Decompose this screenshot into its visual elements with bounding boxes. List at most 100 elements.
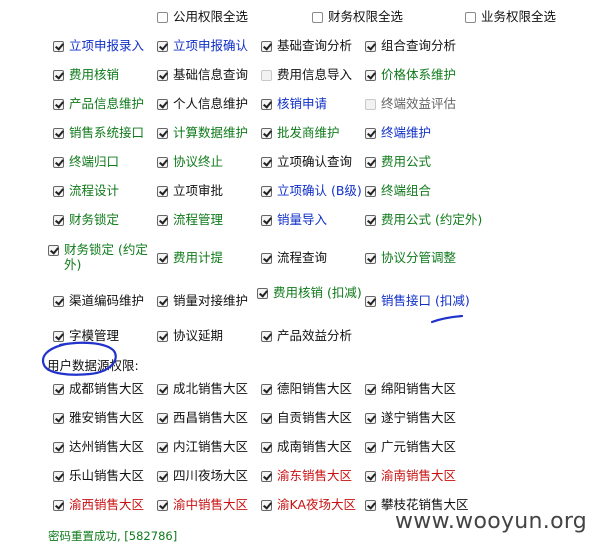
region-item[interactable]: 成都销售大区 xyxy=(53,381,144,407)
permission-item[interactable]: 批发商维护 xyxy=(261,125,340,151)
permission-checkbox[interactable] xyxy=(257,288,268,299)
region-item[interactable]: 广元销售大区 xyxy=(365,439,456,465)
permission-item[interactable]: 费用公式 xyxy=(365,154,431,180)
region-checkbox[interactable] xyxy=(365,442,376,453)
region-item[interactable]: 渝KA夜场大区 xyxy=(261,497,356,523)
permission-item[interactable]: 费用公式 (约定外) xyxy=(365,212,482,238)
permission-item[interactable]: 费用信息导入 xyxy=(261,67,352,93)
permission-checkbox[interactable] xyxy=(157,41,168,52)
region-checkbox[interactable] xyxy=(365,500,376,511)
region-checkbox[interactable] xyxy=(365,413,376,424)
select-all-business-checkbox[interactable] xyxy=(465,12,476,23)
permission-checkbox[interactable] xyxy=(53,128,64,139)
region-checkbox[interactable] xyxy=(157,471,168,482)
permission-item[interactable]: 销量导入 xyxy=(261,212,327,238)
permission-item[interactable]: 终端归口 xyxy=(53,154,119,180)
permission-item[interactable]: 产品信息维护 xyxy=(53,96,144,122)
permission-item[interactable]: 个人信息维护 xyxy=(157,96,248,122)
region-checkbox[interactable] xyxy=(53,500,64,511)
region-checkbox[interactable] xyxy=(261,500,272,511)
region-item[interactable]: 渝西销售大区 xyxy=(53,497,144,523)
permission-checkbox[interactable] xyxy=(365,70,376,81)
permission-item[interactable]: 费用计提 xyxy=(157,250,223,276)
region-item[interactable]: 四川夜场大区 xyxy=(157,468,248,494)
permission-item[interactable]: 立项审批 xyxy=(157,183,223,209)
permission-item[interactable]: 基础信息查询 xyxy=(157,67,248,93)
select-all-public[interactable]: 公用权限全选 xyxy=(157,9,248,35)
permission-checkbox[interactable] xyxy=(261,186,272,197)
permission-item[interactable]: 终端效益评估 xyxy=(365,96,456,122)
region-checkbox[interactable] xyxy=(53,413,64,424)
permission-item[interactable]: 立项申报录入 xyxy=(53,38,144,64)
permission-item[interactable]: 渠道编码维护 xyxy=(53,293,144,319)
permission-item[interactable]: 立项申报确认 xyxy=(157,38,248,64)
permission-item[interactable]: 协议分管调整 xyxy=(365,250,456,276)
permission-checkbox[interactable] xyxy=(157,128,168,139)
region-item[interactable]: 德阳销售大区 xyxy=(261,381,352,407)
permission-checkbox[interactable] xyxy=(365,157,376,168)
select-all-finance[interactable]: 财务权限全选 xyxy=(312,9,403,35)
permission-checkbox[interactable] xyxy=(365,99,376,110)
region-item[interactable]: 内江销售大区 xyxy=(157,439,248,465)
permission-item[interactable]: 财务锁定 (约定外) xyxy=(48,242,164,272)
region-item[interactable]: 雅安销售大区 xyxy=(53,410,144,436)
region-checkbox[interactable] xyxy=(365,471,376,482)
region-item[interactable]: 达州销售大区 xyxy=(53,439,144,465)
permission-checkbox[interactable] xyxy=(157,331,168,342)
permission-item[interactable]: 立项确认查询 xyxy=(261,154,352,180)
permission-item[interactable]: 价格体系维护 xyxy=(365,67,456,93)
permission-item[interactable]: 终端维护 xyxy=(365,125,431,151)
region-checkbox[interactable] xyxy=(53,442,64,453)
permission-item[interactable]: 费用核销 xyxy=(53,67,119,93)
region-checkbox[interactable] xyxy=(157,413,168,424)
permission-checkbox[interactable] xyxy=(157,253,168,264)
region-item[interactable]: 绵阳销售大区 xyxy=(365,381,456,407)
permission-checkbox[interactable] xyxy=(53,70,64,81)
permission-checkbox[interactable] xyxy=(365,296,376,307)
permission-item[interactable]: 财务锁定 xyxy=(53,212,119,238)
permission-checkbox[interactable] xyxy=(365,41,376,52)
permission-checkbox[interactable] xyxy=(157,215,168,226)
permission-checkbox[interactable] xyxy=(53,186,64,197)
region-item[interactable]: 遂宁销售大区 xyxy=(365,410,456,436)
permission-checkbox[interactable] xyxy=(261,128,272,139)
permission-checkbox[interactable] xyxy=(157,70,168,81)
region-checkbox[interactable] xyxy=(261,413,272,424)
region-checkbox[interactable] xyxy=(261,384,272,395)
permission-item[interactable]: 流程设计 xyxy=(53,183,119,209)
region-item[interactable]: 成北销售大区 xyxy=(157,381,248,407)
permission-checkbox[interactable] xyxy=(365,253,376,264)
permission-checkbox[interactable] xyxy=(261,99,272,110)
permission-item[interactable]: 流程管理 xyxy=(157,212,223,238)
permission-item[interactable]: 组合查询分析 xyxy=(365,38,456,64)
region-checkbox[interactable] xyxy=(53,384,64,395)
permission-item[interactable]: 费用核销 (扣减) xyxy=(257,285,368,311)
permission-checkbox[interactable] xyxy=(53,41,64,52)
permission-checkbox[interactable] xyxy=(261,215,272,226)
region-item[interactable]: 渝东销售大区 xyxy=(261,468,352,494)
permission-item[interactable]: 销售系统接口 xyxy=(53,125,144,151)
permission-checkbox[interactable] xyxy=(261,157,272,168)
region-checkbox[interactable] xyxy=(157,500,168,511)
permission-item[interactable]: 基础查询分析 xyxy=(261,38,352,64)
permission-checkbox[interactable] xyxy=(261,253,272,264)
permission-checkbox[interactable] xyxy=(261,70,272,81)
region-checkbox[interactable] xyxy=(157,442,168,453)
permission-item[interactable]: 产品效益分析 xyxy=(261,328,352,354)
permission-checkbox[interactable] xyxy=(365,128,376,139)
permission-item[interactable]: 立项确认 (B级) xyxy=(261,183,362,209)
permission-checkbox[interactable] xyxy=(157,157,168,168)
permission-checkbox[interactable] xyxy=(48,245,59,256)
permission-item[interactable]: 核销申请 xyxy=(261,96,327,122)
permission-item[interactable]: 终端组合 xyxy=(365,183,431,209)
permission-item[interactable]: 流程查询 xyxy=(261,250,327,276)
select-all-business[interactable]: 业务权限全选 xyxy=(465,9,556,35)
permission-item[interactable]: 协议终止 xyxy=(157,154,223,180)
region-checkbox[interactable] xyxy=(365,384,376,395)
region-item[interactable]: 自贡销售大区 xyxy=(261,410,352,436)
permission-checkbox[interactable] xyxy=(53,157,64,168)
region-item[interactable]: 渝中销售大区 xyxy=(157,497,248,523)
region-item[interactable]: 西昌销售大区 xyxy=(157,410,248,436)
permission-checkbox[interactable] xyxy=(53,215,64,226)
permission-checkbox[interactable] xyxy=(157,99,168,110)
